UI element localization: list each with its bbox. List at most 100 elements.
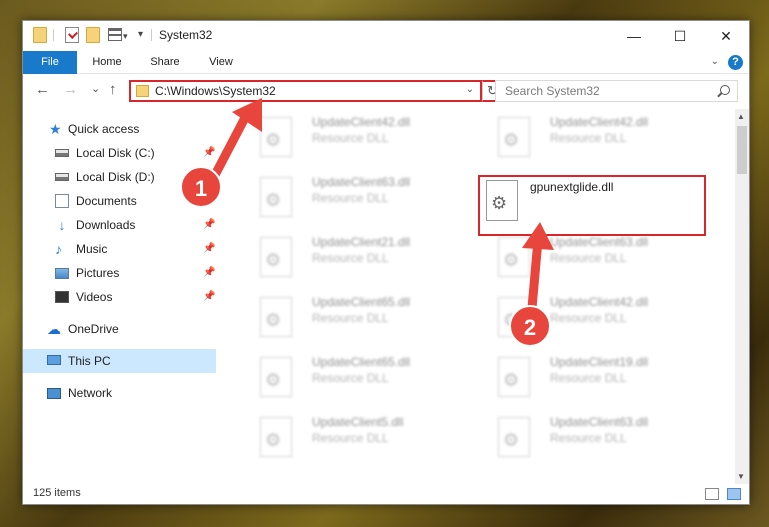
sidebar-item-label: OneDrive xyxy=(68,322,119,336)
music-icon: ♪ xyxy=(55,241,62,257)
help-icon[interactable]: ? xyxy=(728,55,743,70)
customize-toolbar-icon[interactable]: ▾ xyxy=(138,29,143,40)
scroll-down-icon[interactable]: ▼ xyxy=(737,472,745,481)
network-icon xyxy=(47,388,61,399)
file-type: Resource DLL xyxy=(550,371,627,385)
file-name: UpdateClient19.dll xyxy=(550,355,649,369)
list-item[interactable]: UpdateClient63.dll Resource DLL xyxy=(478,229,708,283)
chevron-down-icon[interactable]: ▾ xyxy=(123,31,128,42)
file-name: UpdateClient21.dll xyxy=(312,235,411,249)
pin-icon[interactable]: 📌 xyxy=(203,237,215,261)
tab-view[interactable]: View xyxy=(197,51,245,74)
sidebar-item-label: Local Disk (D:) xyxy=(76,170,155,184)
dll-file-icon xyxy=(260,237,292,277)
minimize-button[interactable]: — xyxy=(611,21,657,51)
folder-icon[interactable] xyxy=(33,27,47,43)
pc-icon xyxy=(47,355,61,365)
file-list: UpdateClient42.dll Resource DLL UpdateCl… xyxy=(216,109,735,484)
pin-icon[interactable]: 📌 xyxy=(203,141,215,165)
recent-locations-button[interactable]: ⌄ xyxy=(91,82,100,95)
file-type: Resource DLL xyxy=(312,131,389,145)
address-bar[interactable]: C:\Windows\System32 ⌄ xyxy=(129,80,482,102)
dll-file-icon xyxy=(260,417,292,457)
pictures-icon xyxy=(55,268,69,279)
scroll-thumb[interactable] xyxy=(737,126,747,174)
list-item[interactable]: UpdateClient65.dll Resource DLL xyxy=(240,349,470,403)
tab-home[interactable]: Home xyxy=(83,51,131,74)
file-type: Resource DLL xyxy=(312,251,389,265)
divider xyxy=(53,29,54,41)
disk-icon xyxy=(55,173,69,181)
close-button[interactable]: ✕ xyxy=(703,21,749,51)
dll-file-icon xyxy=(498,117,530,157)
dll-file-icon xyxy=(498,417,530,457)
file-name: UpdateClient42.dll xyxy=(550,295,649,309)
list-item[interactable]: UpdateClient19.dll Resource DLL xyxy=(478,349,708,403)
file-type: Resource DLL xyxy=(312,431,389,445)
file-type: Resource DLL xyxy=(550,131,627,145)
up-button[interactable]: ↑ xyxy=(109,81,117,98)
sidebar-item-label: Network xyxy=(68,386,113,400)
search-placeholder: Search System32 xyxy=(505,84,600,98)
list-item[interactable]: UpdateClient63.dll Resource DLL xyxy=(240,169,470,223)
pin-icon[interactable]: 📌 xyxy=(203,285,215,309)
sidebar-item-pictures[interactable]: Pictures 📌 xyxy=(23,261,216,285)
status-bar: 125 items xyxy=(23,484,749,504)
tab-share[interactable]: Share xyxy=(141,51,189,74)
dll-file-icon xyxy=(260,117,292,157)
navigation-bar: ← → ⌄ ↑ C:\Windows\System32 ⌄ ↻ Search S… xyxy=(23,75,749,108)
file-name: UpdateClient65.dll xyxy=(312,355,411,369)
details-view-icon[interactable] xyxy=(705,488,719,500)
sidebar-item-videos[interactable]: Videos 📌 xyxy=(23,285,216,309)
tab-file[interactable]: File xyxy=(23,51,77,74)
sidebar-item-local-disk-c[interactable]: Local Disk (C:) 📌 xyxy=(23,141,216,165)
dll-file-icon xyxy=(260,177,292,217)
file-explorer-window: ▾ ▾ System32 — ☐ ✕ File Home Share View … xyxy=(22,20,750,505)
pin-icon[interactable]: 📌 xyxy=(203,261,215,285)
list-item[interactable]: UpdateClient21.dll Resource DLL xyxy=(240,229,470,283)
expand-ribbon-icon[interactable]: ⌄ xyxy=(711,56,719,67)
list-item[interactable]: UpdateClient42.dll Resource DLL xyxy=(240,109,470,163)
search-input[interactable]: Search System32 xyxy=(495,80,738,102)
pin-icon[interactable]: 📌 xyxy=(203,213,215,237)
sidebar-item-quick-access[interactable]: ★ Quick access xyxy=(23,117,216,141)
large-icons-view-icon[interactable] xyxy=(727,488,741,500)
list-item[interactable]: UpdateClient42.dll Resource DLL xyxy=(478,109,708,163)
window-title: System32 xyxy=(159,28,213,42)
disk-icon xyxy=(55,149,69,157)
chevron-down-icon[interactable]: ⌄ xyxy=(466,84,474,95)
videos-icon xyxy=(55,291,69,303)
vertical-scrollbar[interactable]: ▲ ▼ xyxy=(735,109,749,484)
file-name: UpdateClient42.dll xyxy=(312,115,411,129)
search-icon[interactable] xyxy=(720,85,730,95)
list-item[interactable]: UpdateClient5.dll Resource DLL xyxy=(240,409,470,463)
sidebar-item-network[interactable]: Network xyxy=(23,381,216,405)
dll-file-icon xyxy=(260,297,292,337)
forward-button[interactable]: → xyxy=(63,81,78,98)
sidebar-item-music[interactable]: ♪ Music 📌 xyxy=(23,237,216,261)
scroll-up-icon[interactable]: ▲ xyxy=(737,112,745,121)
navigation-pane: ★ Quick access Local Disk (C:) 📌 Local D… xyxy=(23,109,216,484)
maximize-button[interactable]: ☐ xyxy=(657,21,703,51)
file-name: UpdateClient63.dll xyxy=(312,175,411,189)
file-name: UpdateClient63.dll xyxy=(550,235,649,249)
sidebar-item-onedrive[interactable]: ☁ OneDrive xyxy=(23,317,216,341)
step-marker-2: 2 xyxy=(509,305,551,347)
list-item[interactable]: UpdateClient63.dll Resource DLL xyxy=(478,409,708,463)
download-icon: ↓ xyxy=(58,217,66,233)
sidebar-item-downloads[interactable]: ↓ Downloads 📌 xyxy=(23,213,216,237)
address-path[interactable]: C:\Windows\System32 xyxy=(155,84,276,98)
sidebar-item-label: Videos xyxy=(76,290,113,304)
view-options-icon[interactable] xyxy=(108,28,122,41)
properties-icon[interactable] xyxy=(65,27,79,43)
file-type: Resource DLL xyxy=(550,251,627,265)
list-item[interactable]: UpdateClient65.dll Resource DLL xyxy=(240,289,470,343)
sidebar-item-this-pc[interactable]: This PC xyxy=(23,349,216,373)
highlighted-file-item[interactable]: gpunextglide.dll xyxy=(478,175,706,236)
sidebar-item-label: Quick access xyxy=(68,122,140,136)
new-folder-icon[interactable] xyxy=(86,27,100,43)
file-name: UpdateClient42.dll xyxy=(550,115,649,129)
back-button[interactable]: ← xyxy=(35,81,50,98)
dll-file-icon xyxy=(486,180,518,221)
item-count: 125 items xyxy=(33,487,81,499)
